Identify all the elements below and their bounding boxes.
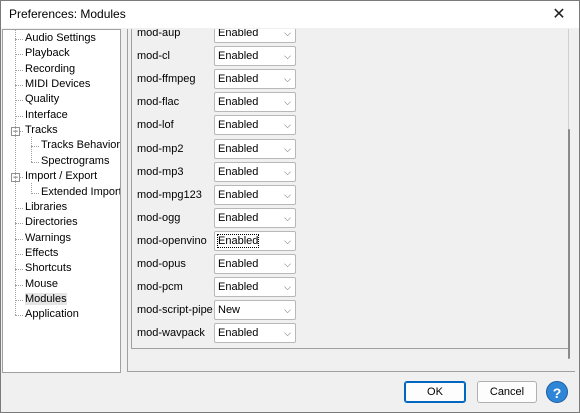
module-name-label: mod-mp3 (137, 165, 184, 178)
chevron-down-icon: ⌵ (284, 120, 291, 131)
chevron-down-icon: ⌵ (284, 328, 291, 339)
module-name-label: mod-ogg (137, 211, 181, 224)
select-value: New (218, 304, 241, 317)
chevron-down-icon: ⌵ (284, 143, 291, 154)
module-name-label: mod-mpg123 (137, 188, 202, 201)
close-icon[interactable]: ✕ (539, 1, 579, 28)
module-name-label: mod-mp2 (137, 142, 184, 155)
module-state-select[interactable]: Enabled ⌵ (214, 277, 296, 298)
module-name-label: mod-script-pipe (137, 304, 213, 317)
chevron-down-icon: ⌵ (284, 259, 291, 269)
module-state-select[interactable]: Enabled ⌵ (214, 115, 296, 136)
ok-button[interactable]: OK (404, 381, 466, 403)
window-title: Preferences: Modules (9, 7, 126, 21)
select-value: Enabled (218, 211, 259, 224)
module-state-select[interactable]: Enabled ⌵ (214, 184, 296, 205)
chevron-down-icon: ⌵ (284, 282, 291, 293)
chevron-down-icon: ⌵ (284, 166, 291, 177)
select-value: Enabled (218, 73, 259, 86)
module-name-label: mod-openvino (137, 234, 207, 247)
chevron-down-icon: ⌵ (284, 74, 291, 85)
module-state-select[interactable]: New ⌵ (214, 300, 296, 321)
help-icon[interactable]: ? (546, 381, 568, 403)
select-value: Enabled (218, 50, 259, 63)
select-value: Enabled (218, 119, 259, 132)
module-state-select[interactable]: Enabled ⌵ (214, 69, 296, 90)
select-value: Enabled (218, 327, 259, 340)
module-state-select[interactable]: Enabled ⌵ (214, 323, 296, 344)
module-state-select[interactable]: Enabled ⌵ (214, 138, 296, 159)
module-state-select[interactable]: Enabled ⌵ (214, 161, 296, 182)
select-value: Enabled (216, 233, 260, 248)
module-name-label: mod-flac (137, 96, 180, 109)
module-state-select[interactable]: Enabled ⌵ (214, 254, 296, 274)
chevron-down-icon: ⌵ (284, 212, 291, 223)
select-value: Enabled (218, 96, 259, 109)
chevron-down-icon: ⌵ (284, 189, 291, 200)
select-value: Enabled (218, 165, 259, 178)
module-state-select[interactable]: Enabled ⌵ (214, 207, 296, 228)
chevron-down-icon: ⌵ (284, 235, 291, 246)
chevron-down-icon: ⌵ (284, 305, 291, 316)
title-bar: Preferences: Modules ✕ (1, 1, 579, 28)
select-value: Enabled (218, 188, 259, 201)
module-name-label: mod-pcm (137, 281, 183, 294)
module-name-label: mod-lof (137, 119, 174, 132)
chevron-down-icon: ⌵ (284, 97, 291, 108)
module-name-label: mod-ffmpeg (137, 73, 196, 86)
module-name-label: mod-wavpack (137, 327, 205, 340)
select-value: Enabled (218, 142, 259, 155)
cancel-button[interactable]: Cancel (477, 381, 537, 403)
chevron-down-icon: ⌵ (284, 51, 291, 62)
module-state-select[interactable]: Enabled ⌵ (214, 230, 296, 251)
module-state-select[interactable]: Enabled ⌵ (214, 92, 296, 113)
module-state-select[interactable]: Enabled ⌵ (214, 46, 296, 67)
module-name-label: mod-opus (137, 258, 186, 270)
module-name-label: mod-cl (137, 50, 171, 63)
select-value: Enabled (218, 258, 259, 270)
select-value: Enabled (218, 281, 259, 294)
preferences-dialog: Preferences: Modules ✕ Audio Settings Pla… (0, 0, 580, 413)
